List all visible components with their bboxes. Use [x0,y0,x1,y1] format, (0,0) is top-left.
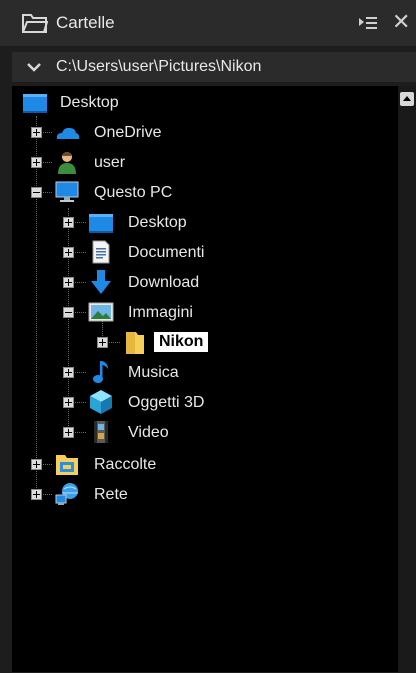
tree-item-label: user [94,154,126,171]
expand-icon[interactable] [97,337,108,348]
panel-menu-icon[interactable] [357,12,379,34]
expand-icon[interactable] [31,489,42,500]
tree-item-video[interactable]: Video [12,418,398,448]
current-path: C:\Users\user\Pictures\Nikon [56,58,262,75]
tree-item-user[interactable]: user [12,148,398,178]
onedrive-icon [56,127,80,139]
expand-icon[interactable] [63,427,74,438]
tree-item-download[interactable]: Download [12,268,398,298]
tree-item-label: Immagini [128,304,193,321]
tree-item-label: Musica [128,364,179,381]
expand-icon[interactable] [63,247,74,258]
close-icon[interactable]: ✕ [392,8,416,36]
folder-icon [126,332,144,354]
tree-item-label: Download [128,274,200,291]
tree-item-label: Documenti [128,244,205,261]
expand-icon[interactable] [31,459,42,470]
tree-item-label: Questo PC [94,184,173,201]
user-icon [58,152,76,174]
expand-icon[interactable] [63,277,74,288]
tree-item-label: Oggetti 3D [128,394,205,411]
tree-item-label: Raccolte [94,456,157,473]
tree-item-oggetti-3d[interactable]: Oggetti 3D [12,388,398,418]
tree-item-musica[interactable]: Musica [12,358,398,388]
tree-item-label: Video [128,424,169,441]
folder-tree[interactable]: Desktop OneDrive user Questo PC Desktop … [12,86,398,672]
expand-icon[interactable] [31,127,42,138]
network-icon [55,483,78,505]
tree-item-onedrive[interactable]: OneDrive [12,118,398,148]
collapse-icon[interactable] [31,187,42,198]
tree-item-label: Rete [94,486,128,503]
tree-item-label: Desktop [128,214,187,231]
path-selector[interactable]: C:\Users\user\Pictures\Nikon [12,52,416,82]
computer-icon [55,181,79,202]
tree-item-label: Desktop [60,94,119,111]
expand-icon[interactable] [63,397,74,408]
video-icon [94,421,108,443]
collapse-icon[interactable] [63,307,74,318]
tree-item-nikon[interactable]: Nikon [12,328,398,358]
desktop-icon [23,94,47,113]
music-icon [93,361,108,383]
tree-item-desktop-child[interactable]: Desktop [12,208,398,238]
pictures-icon [88,302,114,322]
panel-header: Cartelle ✕ [0,0,416,46]
tree-item-label: Nikon [154,332,209,352]
chevron-down-icon[interactable] [26,61,42,73]
expand-icon[interactable] [63,217,74,228]
tree-item-raccolte[interactable]: Raccolte [12,450,398,480]
download-icon [91,270,111,294]
folder-outline-icon [22,14,48,33]
scroll-up-icon[interactable] [400,92,414,106]
tree-item-immagini[interactable]: Immagini [12,298,398,328]
libraries-icon [56,455,78,475]
tree-item-documenti[interactable]: Documenti [12,238,398,268]
3d-objects-icon [90,390,112,414]
tree-item-questo-pc[interactable]: Questo PC [12,178,398,208]
tree-item-desktop[interactable]: Desktop [12,88,398,118]
tree-scrollbar[interactable] [398,86,416,672]
expand-icon[interactable] [31,157,42,168]
tree-item-label: OneDrive [94,124,162,141]
tree-item-rete[interactable]: Rete [12,480,398,510]
documents-icon [92,240,110,264]
expand-icon[interactable] [63,367,74,378]
panel-title: Cartelle [56,13,115,32]
desktop-icon [89,214,113,233]
